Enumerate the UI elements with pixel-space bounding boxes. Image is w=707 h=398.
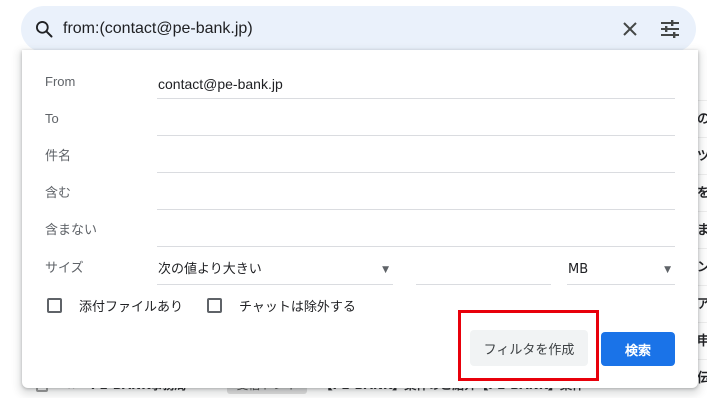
size-operator-value: 次の値より大きい	[158, 262, 262, 277]
list-item-text: の	[697, 112, 707, 127]
has-attachment-label: 添付ファイルあり	[79, 298, 184, 314]
list-item[interactable]: の	[697, 100, 707, 137]
exclude-chats-label: チャットは除外する	[239, 298, 356, 314]
close-icon[interactable]	[618, 17, 642, 41]
list-item[interactable]: ま	[697, 211, 707, 248]
search-icon[interactable]	[34, 19, 54, 39]
size-row: サイズ 次の値より大きい ▼ MB ▼	[22, 249, 698, 286]
to-row: To	[22, 100, 698, 137]
search-input[interactable]: from:(contact@pe-bank.jp)	[63, 6, 253, 52]
size-operator-select[interactable]: 次の値より大きい ▼	[157, 255, 393, 285]
list-item-text: 申	[697, 334, 707, 349]
has-words-label: 含む	[45, 185, 72, 200]
tune-icon[interactable]	[658, 17, 682, 41]
list-item[interactable]: ツ	[697, 137, 707, 174]
search-button[interactable]: 検索	[601, 332, 675, 366]
size-label: サイズ	[45, 260, 84, 275]
dropdown-arrow-icon: ▼	[382, 265, 389, 275]
checkbox-icon[interactable]	[47, 297, 62, 313]
list-item-text: ン	[697, 260, 707, 275]
list-item-text: ア	[697, 297, 707, 312]
list-item-text: を	[697, 186, 707, 201]
subject-row: 件名	[22, 137, 698, 174]
to-field[interactable]	[157, 106, 675, 136]
from-label: From	[45, 74, 76, 89]
dropdown-arrow-icon: ▼	[664, 265, 671, 275]
doesnt-have-label: 含まない	[45, 222, 98, 237]
list-item[interactable]: ア	[697, 285, 707, 322]
has-words-field[interactable]	[157, 180, 675, 210]
subject-field[interactable]	[157, 143, 675, 173]
doesnt-have-field[interactable]	[157, 217, 675, 247]
size-unit-value: MB	[568, 262, 589, 277]
from-field[interactable]	[157, 69, 675, 99]
list-item[interactable]: を	[697, 174, 707, 211]
list-item[interactable]: ン	[697, 248, 707, 285]
checkbox-icon[interactable]	[207, 297, 222, 313]
list-item-text: ま	[697, 223, 707, 238]
to-label: To	[45, 111, 59, 126]
highlight-box	[458, 310, 599, 381]
doesnt-have-row: 含まない	[22, 211, 698, 248]
list-item[interactable]: 申	[697, 322, 707, 359]
advanced-search-dialog: From To 件名 含む 含まない サイズ 次の値より大きい ▼ MB ▼ 添…	[22, 50, 698, 388]
list-item-text: ツ	[697, 149, 707, 164]
from-row: From	[22, 63, 698, 100]
has-words-row: 含む	[22, 174, 698, 211]
size-unit-select[interactable]: MB ▼	[567, 255, 675, 285]
has-attachment-checkbox[interactable]: 添付ファイルあり	[47, 294, 183, 316]
size-value-field[interactable]	[416, 255, 551, 285]
exclude-chats-checkbox[interactable]: チャットは除外する	[207, 294, 356, 316]
search-bar[interactable]: from:(contact@pe-bank.jp)	[21, 6, 696, 52]
subject-label: 件名	[45, 148, 72, 163]
